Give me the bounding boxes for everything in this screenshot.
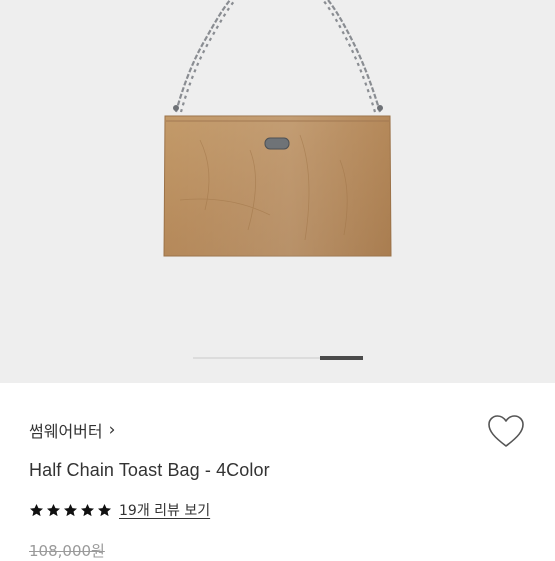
product-title: Half Chain Toast Bag - 4Color [29,460,270,480]
star-rating [29,503,112,518]
original-price: 108,000원 [29,542,105,560]
star-filled-icon [98,503,111,516]
rating-row: 19개 리뷰 보기 [29,500,210,520]
product-image-gallery[interactable] [0,0,555,383]
gallery-pager-indicator [320,356,363,360]
star-filled-icon [30,503,43,516]
star-filled-icon [81,503,94,516]
brand-name: 썸웨어버터 [29,422,103,441]
brand-link[interactable]: 썸웨어버터 › [29,418,115,442]
star-filled-icon [64,503,77,516]
chevron-right-icon: › [108,420,116,440]
heart-outline-icon[interactable] [486,412,526,450]
review-link[interactable]: 19개 리뷰 보기 [119,500,210,520]
star-filled-icon [47,503,60,516]
product-image [163,0,392,257]
